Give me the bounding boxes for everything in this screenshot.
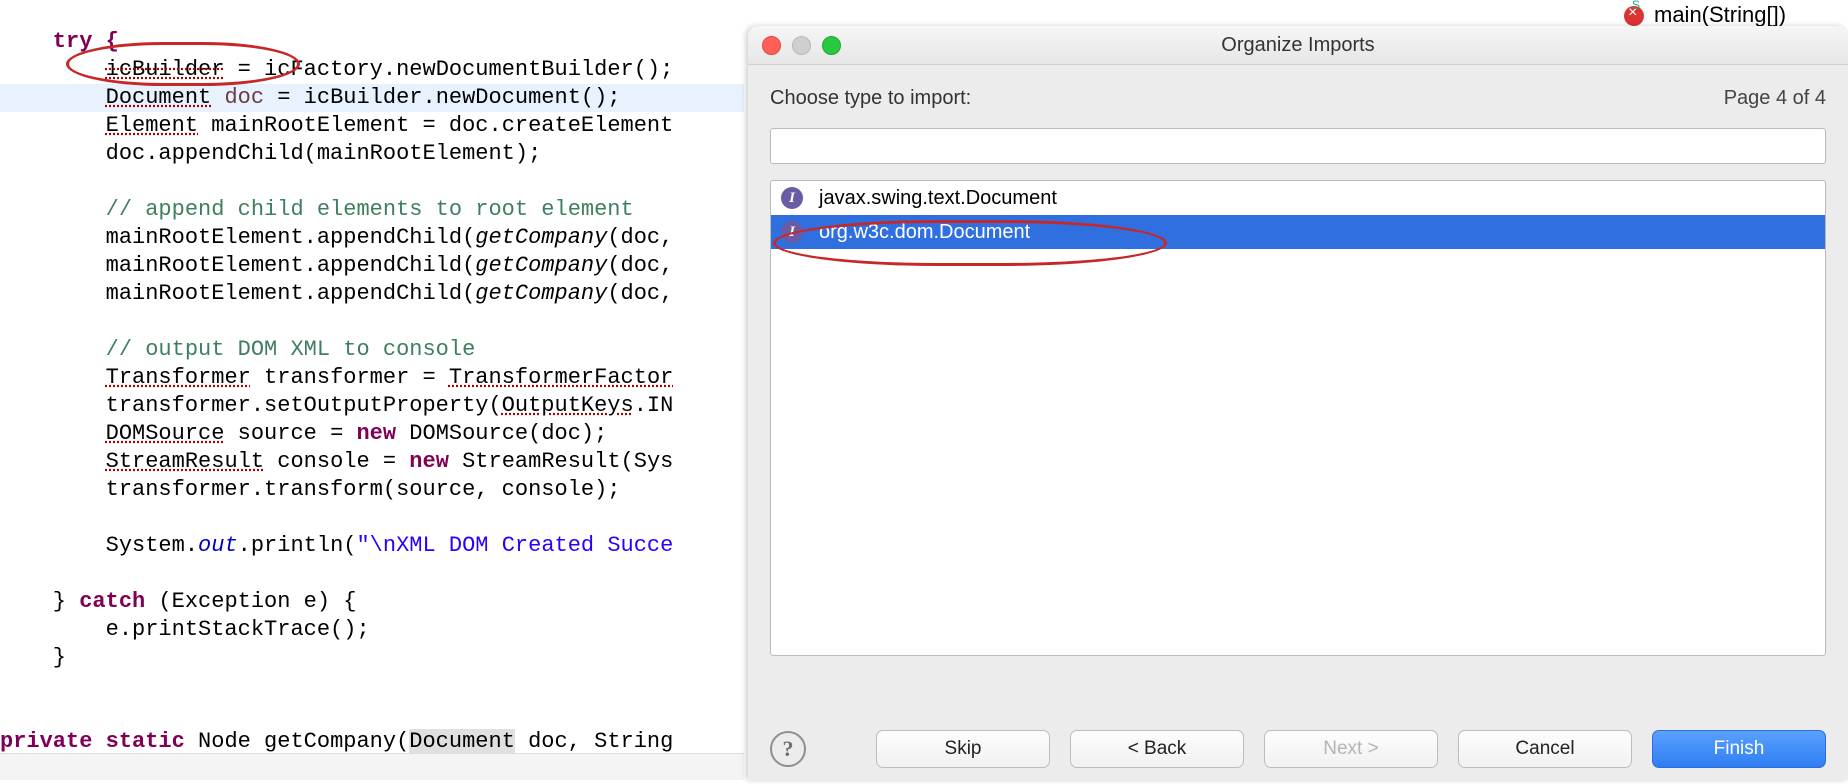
help-button[interactable]: ? xyxy=(770,731,806,767)
list-item-label: javax.swing.text.Document xyxy=(819,187,1057,210)
back-button[interactable]: < Back xyxy=(1070,730,1244,768)
list-item[interactable]: I javax.swing.text.Document xyxy=(771,181,1825,215)
cancel-button[interactable]: Cancel xyxy=(1458,730,1632,768)
dialog-prompt: Choose type to import: xyxy=(770,87,971,110)
dialog-title: Organize Imports xyxy=(748,34,1848,57)
code-editor[interactable]: try { icBuilder = icFactory.newDocumentB… xyxy=(0,0,744,780)
static-marker-icon: S xyxy=(1632,0,1640,12)
help-icon: ? xyxy=(783,736,794,762)
dialog-titlebar[interactable]: Organize Imports xyxy=(748,26,1848,65)
skip-button[interactable]: Skip xyxy=(876,730,1050,768)
interface-icon: I xyxy=(781,187,803,209)
filter-input[interactable] xyxy=(770,128,1826,164)
organize-imports-dialog: Organize Imports Choose type to import: … xyxy=(748,26,1848,780)
next-button: Next > xyxy=(1264,730,1438,768)
editor-status-bar xyxy=(0,753,744,780)
outline-method-label: main(String[]) xyxy=(1654,2,1786,28)
annotation-circle-1 xyxy=(66,42,300,86)
finish-button[interactable]: Finish xyxy=(1652,730,1826,768)
annotation-circle-2 xyxy=(773,220,1167,266)
page-indicator: Page 4 of 4 xyxy=(1724,87,1826,110)
